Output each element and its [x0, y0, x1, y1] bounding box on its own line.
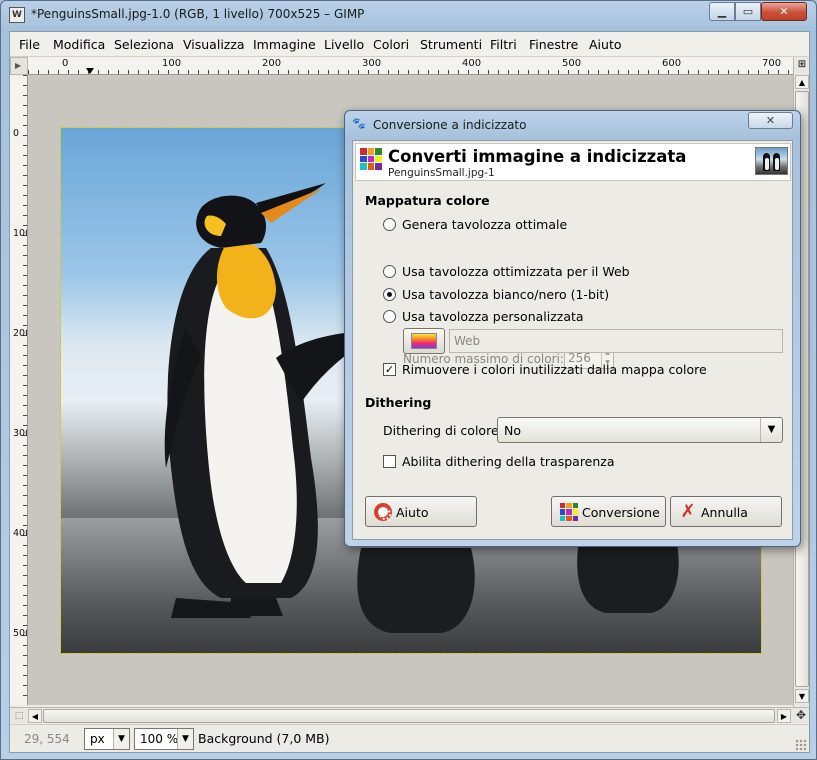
zoom-image-icon[interactable]: ⊞ — [795, 58, 809, 72]
ruler-label: 500 — [13, 628, 27, 639]
menu-help[interactable]: Aiuto — [589, 37, 622, 52]
image-menu-button[interactable]: ▶ — [10, 57, 28, 75]
ruler-label: 700 — [762, 58, 782, 69]
help-button[interactable]: Aiuto — [365, 496, 477, 527]
checkbox-label: Rimuovere i colori inutilizzati dalla ma… — [402, 362, 707, 377]
ruler-label: 0 — [62, 58, 69, 69]
radio-button[interactable] — [383, 218, 396, 231]
checkbox[interactable] — [383, 455, 396, 468]
ruler-label: 100 — [13, 228, 27, 239]
image-name: PenguinsSmall.jpg-1 — [388, 167, 495, 179]
menu-colors[interactable]: Colori — [373, 37, 409, 52]
pointer-marker-icon — [86, 68, 94, 74]
maximize-button[interactable]: ▭ — [735, 2, 761, 21]
checkbox-checked[interactable]: ✓ — [383, 363, 396, 376]
dialog-header: Converti immagine a indicizzata Penguins… — [355, 143, 791, 181]
gimp-icon: W — [9, 7, 25, 23]
quick-mask-icon[interactable]: ⬚ — [12, 709, 26, 723]
cancel-button-label: Annulla — [701, 505, 748, 520]
ruler-label: 300 — [13, 428, 27, 439]
vertical-ruler[interactable]: 0 100 200 300 400 500 — [10, 75, 28, 705]
ruler-label: 500 — [562, 58, 582, 69]
dialog-close-button[interactable]: ✕ — [748, 112, 793, 129]
palette-swatch-icon — [411, 333, 437, 349]
radio-label: Usa tavolozza bianco/nero (1-bit) — [402, 287, 610, 302]
checkbox-label: Abilita dithering della trasparenza — [402, 454, 615, 469]
dialog-heading: Converti immagine a indicizzata — [388, 147, 687, 166]
menu-windows[interactable]: Finestre — [529, 37, 578, 52]
arrow-right-icon: ▶ — [15, 61, 22, 70]
cancel-x-icon: ✗ — [680, 501, 696, 522]
chevron-down-icon: ▼ — [760, 418, 782, 442]
resize-grip-icon[interactable] — [795, 739, 807, 751]
indexed-palette-icon — [360, 148, 382, 170]
convert-indexed-dialog: 🐾 Conversione a indicizzato ✕ Converti i… — [344, 110, 801, 547]
ruler-label: 0 — [13, 128, 20, 139]
scroll-left-button[interactable]: ◀ — [28, 709, 42, 723]
chevron-down-icon: ▼ — [113, 729, 129, 749]
window-title: *PenguinsSmall.jpg-1.0 (RGB, 1 livello) … — [31, 7, 365, 21]
dialog-body: Converti immagine a indicizzata Penguins… — [352, 140, 793, 540]
cancel-button[interactable]: ✗ Annulla — [670, 496, 782, 527]
scroll-up-button[interactable]: ▲ — [795, 75, 809, 89]
navigate-icon[interactable]: ✥ — [793, 708, 809, 724]
ruler-label: 400 — [13, 528, 27, 539]
menu-view[interactable]: Visualizza — [183, 37, 245, 52]
help-button-label: Aiuto — [396, 505, 429, 520]
radio-button-selected[interactable] — [383, 288, 396, 301]
ruler-label: 100 — [162, 58, 182, 69]
palette-picker-button[interactable] — [403, 328, 445, 354]
ruler-label: 600 — [662, 58, 682, 69]
close-button[interactable]: ✕ — [761, 2, 807, 21]
menu-select[interactable]: Seleziona — [114, 37, 174, 52]
title-bar[interactable]: W *PenguinsSmall.jpg-1.0 (RGB, 1 livello… — [1, 1, 816, 31]
menu-layer[interactable]: Livello — [324, 37, 364, 52]
radio-button[interactable] — [383, 310, 396, 323]
menu-bar: File Modifica Seleziona Visualizza Immag… — [10, 32, 809, 57]
menu-file[interactable]: File — [19, 37, 40, 52]
radio-button[interactable] — [383, 265, 396, 278]
radio-label: Usa tavolozza personalizzata — [402, 309, 584, 324]
layer-info: Background (7,0 MB) — [198, 731, 330, 746]
chevron-down-icon: ▼ — [177, 729, 193, 749]
horizontal-ruler[interactable]: 0 100 200 300 400 500 600 700 — [28, 57, 793, 75]
ruler-label: 300 — [362, 58, 382, 69]
menu-filters[interactable]: Filtri — [490, 37, 517, 52]
dithering-section-heading: Dithering — [365, 395, 432, 410]
gimp-icon: 🐾 — [352, 117, 366, 130]
ruler-label: 400 — [462, 58, 482, 69]
radio-label: Genera tavolozza ottimale — [402, 217, 568, 232]
scroll-right-button[interactable]: ▶ — [777, 709, 791, 723]
dithering-value: No — [504, 423, 521, 438]
unit-value: px — [90, 732, 105, 746]
convert-button[interactable]: Conversione — [551, 496, 666, 527]
indexed-palette-icon — [560, 503, 578, 521]
ruler-label: 200 — [13, 328, 27, 339]
dialog-title: Conversione a indicizzato — [373, 118, 527, 132]
menu-image[interactable]: Immagine — [253, 37, 316, 52]
zoom-value: 100 % — [140, 732, 179, 746]
radio-label: Usa tavolozza ottimizzata per il Web — [402, 264, 630, 279]
scroll-down-button[interactable]: ▼ — [795, 689, 809, 703]
minimize-button[interactable]: ▁ — [709, 2, 735, 21]
dithering-select[interactable]: No ▼ — [497, 417, 783, 443]
image-thumbnail — [755, 147, 788, 175]
colormap-section-heading: Mappatura colore — [365, 193, 490, 208]
ruler-label: 200 — [262, 58, 282, 69]
lifebuoy-icon — [374, 503, 392, 521]
unit-selector[interactable]: px ▼ — [84, 728, 130, 750]
status-bar: 29, 554 px ▼ 100 % ▼ Background (7,0 MB) — [10, 724, 809, 752]
menu-tools[interactable]: Strumenti — [420, 37, 482, 52]
dithering-label: Dithering di colore: — [383, 423, 503, 438]
convert-button-label: Conversione — [582, 505, 660, 520]
horizontal-scrollbar[interactable]: ⬚ ◀ ▶ ✥ — [10, 707, 809, 723]
menu-edit[interactable]: Modifica — [53, 37, 105, 52]
scroll-thumb[interactable] — [43, 709, 775, 723]
pointer-coordinates: 29, 554 — [24, 732, 70, 746]
palette-name: Web — [454, 334, 481, 348]
palette-name-field[interactable]: Web — [449, 329, 783, 353]
zoom-selector[interactable]: 100 % ▼ — [134, 728, 194, 750]
